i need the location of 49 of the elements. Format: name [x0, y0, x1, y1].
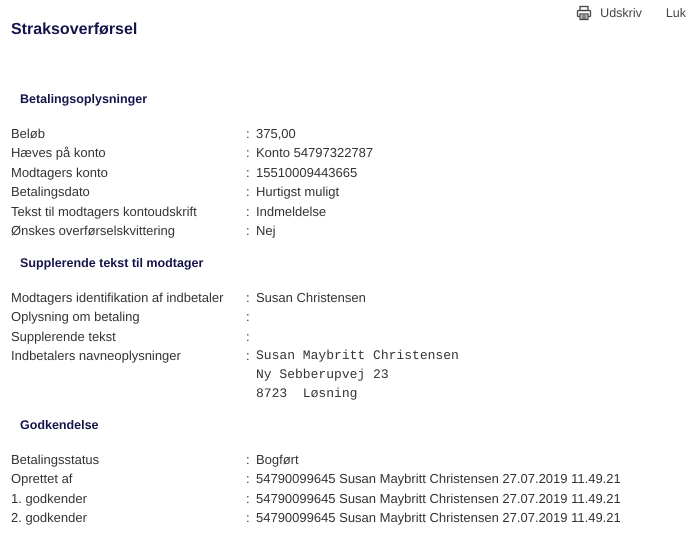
field-label: Betalingsdato: [11, 183, 91, 202]
separator: :: [246, 452, 250, 467]
print-link[interactable]: Udskriv: [600, 4, 642, 23]
field-label: Indbetalers navneoplysninger: [11, 347, 182, 365]
separator: :: [246, 348, 250, 363]
section-heading: Godkendelse: [20, 417, 100, 434]
field-label: Ønskes overførselskvittering: [11, 222, 176, 240]
separator: :: [246, 328, 250, 344]
field-label: Tekst til modtagers kontoudskrift: [11, 202, 198, 221]
close-link[interactable]: Luk: [666, 4, 686, 23]
separator: :: [246, 126, 250, 141]
field-value: Ny Sebberupvej 23: [256, 366, 389, 384]
field-value: 54790099645 Susan Maybritt Christensen 27.07.2019 11.49.21: [256, 490, 621, 508]
field-value: Hurtigst muligt: [256, 183, 340, 202]
separator: :: [246, 471, 250, 486]
page-title: Straksoverførsel: [11, 20, 138, 40]
field-label: Betalingsstatus: [11, 450, 100, 469]
field-value: Bogført: [256, 450, 299, 469]
field-label: Oprettet af: [11, 470, 74, 488]
field-value: 54790099645 Susan Maybritt Christensen 27.07.2019 11.49.21: [256, 470, 621, 488]
field-value: Konto 54797322787: [256, 144, 374, 162]
field-label: Beløb: [11, 124, 46, 143]
separator: :: [246, 184, 250, 200]
separator: :: [246, 164, 250, 180]
field-label: Hæves på konto: [11, 144, 107, 162]
section-heading: Betalingsoplysninger: [20, 91, 148, 108]
field-value: Susan Maybritt Christensen: [256, 347, 459, 365]
field-value: Indmeldelse: [256, 202, 326, 221]
separator: :: [246, 490, 250, 506]
field-value: 8723 Løsning: [256, 385, 358, 403]
separator: :: [246, 510, 250, 526]
field-label: 2. godkender: [11, 509, 88, 528]
field-label: 1. godkender: [11, 490, 88, 508]
field-value: 15510009443665: [256, 164, 358, 182]
separator: :: [246, 290, 250, 304]
separator: :: [246, 223, 250, 238]
separator: :: [246, 204, 250, 219]
separator: :: [246, 145, 250, 160]
field-label: Modtagers identifikation af indbetaler: [11, 288, 224, 307]
field-value: 54790099645 Susan Maybritt Christensen 27.07.2019 11.49.21: [256, 509, 621, 528]
field-value: Nej: [256, 222, 276, 240]
section-heading: Supplerende tekst til modtager: [20, 254, 204, 272]
field-value: Susan Christensen: [256, 288, 366, 306]
field-value: 375,00: [256, 124, 296, 143]
separator: :: [246, 309, 250, 324]
field-label: Modtagers konto: [11, 164, 109, 182]
field-label: Oplysning om betaling: [11, 308, 141, 326]
field-label: Supplerende tekst: [11, 328, 117, 346]
print-icon[interactable]: [576, 5, 592, 22]
